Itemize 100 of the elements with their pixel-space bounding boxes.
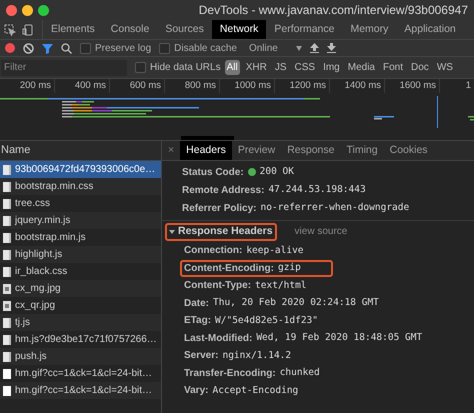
panel-tab[interactable]: Elements — [43, 20, 103, 39]
header-value: 200 OK — [260, 164, 294, 179]
device-toggle-icon[interactable] — [22, 24, 34, 36]
header-name: Content-Encoding: — [184, 262, 274, 276]
throttling-dropdown[interactable]: Online — [244, 40, 302, 56]
window-title: DevTools - www.javanav.com/interview/93b006947 — [198, 2, 468, 19]
detail-tab[interactable]: Response — [281, 141, 340, 160]
header-value: text/html — [255, 278, 307, 293]
overview-scrollbar[interactable] — [181, 136, 234, 140]
clear-icon[interactable] — [23, 42, 34, 54]
request-row[interactable]: hm.gif?cc=1&ck=1&cl=24-bit… — [0, 382, 161, 399]
zoom-window-icon[interactable] — [38, 4, 49, 16]
close-window-icon[interactable] — [6, 4, 17, 16]
request-name: push.js — [15, 350, 47, 364]
minimize-window-icon[interactable] — [22, 4, 33, 16]
type-filter[interactable]: Doc — [409, 60, 431, 75]
checkbox[interactable] — [159, 42, 170, 54]
caret-icon — [296, 46, 302, 50]
header-name: Transfer-Encoding: — [184, 366, 276, 381]
type-filter[interactable]: Img — [321, 60, 342, 75]
header-name: Vary: — [184, 384, 208, 398]
view-source-link[interactable]: view source — [294, 224, 348, 239]
header-name: Status Code: — [182, 166, 244, 180]
inspect-cursor-icon[interactable] — [4, 24, 16, 36]
search-icon[interactable] — [61, 42, 72, 54]
request-name: bootstrap.min.css — [15, 180, 94, 194]
request-row[interactable]: tj.js — [0, 314, 161, 331]
checkbox[interactable] — [80, 42, 91, 54]
request-name: hm.gif?cc=1&ck=1&cl=24-bit… — [15, 384, 152, 398]
type-filter[interactable]: Font — [381, 60, 406, 75]
header-name: Date: — [184, 296, 210, 311]
header-value: Accept-Encoding — [212, 384, 298, 398]
panel-tab[interactable]: Application — [396, 20, 464, 39]
detail-tab[interactable]: Preview — [232, 141, 282, 160]
header-name: ETag: — [184, 314, 212, 328]
request-name: cx_mg.jpg — [15, 282, 61, 296]
request-row[interactable]: bootstrap.min.css — [0, 178, 161, 195]
type-filter[interactable]: Media — [346, 60, 377, 75]
time-tick: 1 — [464, 79, 472, 93]
time-tick: 800 ms — [165, 79, 220, 94]
request-name: cx_qr.jpg — [15, 299, 56, 313]
time-tick: 600 ms — [110, 79, 165, 94]
detail-tab[interactable]: Timing — [340, 141, 384, 160]
header-value: no-referrer-when-downgrade — [260, 200, 410, 215]
panel-tab[interactable]: Performance — [266, 20, 342, 39]
request-name: jquery.min.js — [15, 214, 70, 228]
panel-tab[interactable]: Sources — [157, 20, 212, 39]
request-name: bootstrap.min.js — [15, 231, 86, 245]
filter-input[interactable]: Filter — [1, 60, 127, 76]
request-name: hm.gif?cc=1&ck=1&cl=24-bit… — [15, 367, 152, 381]
type-filter[interactable]: All — [224, 60, 240, 75]
detail-tab[interactable]: Cookies — [384, 141, 434, 160]
header-name: Referrer Policy: — [182, 202, 256, 216]
request-name: hm.js?d9e3be17c71f0757266… — [15, 333, 157, 347]
header-value: chunked — [280, 366, 320, 380]
filter-icon[interactable] — [42, 42, 53, 54]
column-header[interactable]: Name — [0, 141, 161, 161]
type-filter[interactable]: JS — [272, 60, 289, 75]
upload-icon[interactable] — [310, 43, 319, 53]
checkbox-label: Hide data URLs — [150, 61, 221, 75]
request-row[interactable]: highlight.js — [0, 246, 161, 263]
request-row[interactable]: cx_mg.jpg — [0, 280, 161, 297]
type-filter[interactable]: CSS — [292, 60, 318, 75]
time-tick: 200 ms — [0, 79, 55, 94]
header-value: gzip — [278, 261, 301, 276]
panel-tab[interactable]: Memory — [342, 20, 396, 39]
detail-tab[interactable]: Headers — [180, 141, 232, 160]
request-name: ir_black.css — [15, 265, 68, 279]
header-name: Remote Address: — [182, 184, 264, 198]
download-icon[interactable] — [326, 43, 336, 53]
header-name: Connection: — [184, 244, 242, 258]
triangle-icon — [169, 228, 175, 234]
type-filter[interactable]: WS — [434, 60, 455, 75]
checkbox[interactable] — [135, 62, 146, 73]
panel-tab[interactable]: Console — [102, 20, 158, 39]
request-row[interactable]: push.js — [0, 348, 161, 365]
checkbox-label: Preserve log — [95, 42, 152, 56]
time-tick: 1200 ms — [275, 79, 330, 94]
request-name: 93b0069472fd479393006c0e… — [15, 163, 156, 177]
checkbox-label: Disable cache — [174, 42, 237, 56]
type-filter[interactable]: XHR — [244, 60, 269, 75]
header-value: 47.244.53.198:443 — [268, 182, 366, 197]
record-button[interactable] — [5, 43, 15, 53]
header-name: Content-Type: — [184, 279, 252, 294]
time-tick: 400 ms — [55, 79, 110, 94]
request-name: tj.js — [15, 316, 30, 330]
header-name: Last-Modified: — [184, 332, 252, 346]
time-tick: 1000 ms — [220, 79, 275, 94]
time-tick: 1600 ms — [385, 79, 440, 94]
header-name: Server: — [184, 349, 218, 364]
request-name: tree.css — [15, 197, 50, 211]
section-toggle[interactable]: Response Headers — [165, 222, 277, 240]
time-tick: 1400 ms — [330, 79, 385, 94]
header-value: Thu, 20 Feb 2020 02:24:18 GMT — [213, 296, 379, 310]
header-value: Wed, 19 Feb 2020 18:48:05 GMT — [256, 331, 422, 346]
header-value: nginx/1.14.2 — [222, 348, 292, 363]
request-row[interactable]: 93b0069472fd479393006c0e… — [0, 161, 161, 178]
request-row[interactable]: jquery.min.js — [0, 212, 161, 229]
panel-tab[interactable]: Network — [212, 20, 266, 39]
header-value: keep-alive — [246, 244, 304, 258]
